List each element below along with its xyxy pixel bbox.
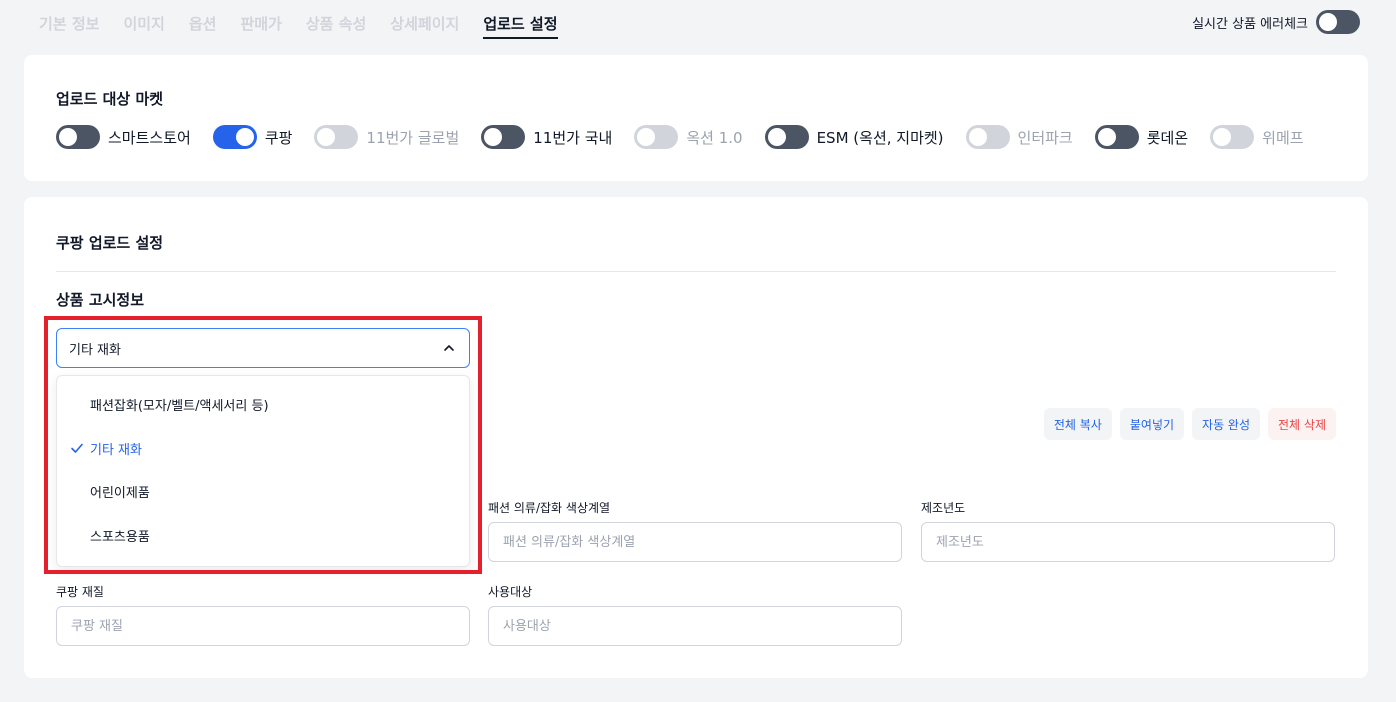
market-toggle-interpark[interactable] [965, 125, 1010, 149]
select-value: 기타 재화 [69, 342, 121, 358]
market-smartstore: 스마트스토어 [56, 125, 191, 149]
notice-category-select[interactable]: 기타 재화 [56, 328, 470, 368]
toggle-knob [1097, 128, 1116, 146]
toggle-knob [1319, 13, 1337, 31]
market-interpark: 인터파크 [965, 125, 1073, 149]
tab-bar: 기본 정보 이미지 옵션 판매가 상품 속성 상세페이지 업로드 설정 [39, 13, 582, 39]
toggle-knob [317, 128, 336, 146]
market-name: 쿠팡 [264, 128, 293, 147]
coupang-settings-card: 쿠팡 업로드 설정 상품 고시정보 기타 재화 패션잡화(모자/벨트/액세서리 … [24, 197, 1368, 678]
tab-options[interactable]: 옵션 [189, 13, 217, 39]
tab-upload-settings[interactable]: 업로드 설정 [483, 13, 558, 39]
markets-card-title: 업로드 대상 마켓 [56, 90, 164, 108]
error-check-label: 실시간 상품 에러체크 [1192, 16, 1308, 32]
settings-card-title: 쿠팡 업로드 설정 [56, 234, 164, 252]
tab-price[interactable]: 판매가 [240, 13, 281, 39]
chevron-up-icon [444, 345, 454, 351]
market-11st-global: 11번가 글로벌 [314, 125, 459, 149]
paste-button[interactable]: 붙여넣기 [1119, 408, 1185, 440]
toggle-knob [484, 128, 503, 146]
toggle-knob [1213, 128, 1232, 146]
market-list: 스마트스토어 쿠팡 11번가 글로벌 11번가 국내 옥션 1.0 ESM (옥… [56, 125, 1326, 149]
delete-all-button[interactable]: 전체 삭제 [1268, 408, 1336, 440]
toggle-knob [235, 128, 254, 146]
copy-all-button[interactable]: 전체 복사 [1043, 408, 1112, 440]
market-auction-1: 옥션 1.0 [634, 125, 743, 149]
market-lotteon: 롯데온 [1094, 125, 1189, 149]
target-field[interactable] [488, 606, 902, 646]
market-wemakeprice: 위메프 [1210, 125, 1304, 149]
dropdown-option[interactable]: 패션잡화(모자/벨트/액세서리 등) [57, 384, 469, 424]
market-11st-domestic: 11번가 국내 [481, 125, 612, 149]
dropdown-option[interactable]: 기타 재화 [57, 428, 469, 468]
tab-basic-info[interactable]: 기본 정보 [39, 13, 99, 39]
error-check-toggle[interactable] [1316, 10, 1360, 34]
toggle-knob [59, 128, 77, 146]
market-toggle-coupang[interactable] [212, 125, 257, 149]
tab-product-attributes[interactable]: 상품 속성 [306, 13, 366, 39]
market-name: 인터파크 [1017, 128, 1073, 147]
tab-detail-page[interactable]: 상세페이지 [390, 13, 459, 39]
color-field-label: 패션 의류/잡화 색상계열 [488, 501, 611, 515]
market-coupang: 쿠팡 [212, 125, 293, 149]
toggle-knob [767, 128, 786, 146]
market-name: 위메프 [1262, 128, 1304, 147]
notice-section-title: 상품 고시정보 [56, 291, 145, 309]
autocomplete-button[interactable]: 자동 완성 [1192, 408, 1261, 440]
material-field[interactable] [56, 606, 470, 646]
option-label: 어린이제품 [90, 485, 150, 501]
target-field-label: 사용대상 [488, 585, 533, 599]
option-label: 스포츠용품 [90, 529, 150, 545]
market-toggle-smartstore[interactable] [56, 125, 100, 149]
market-toggle-esm[interactable] [764, 125, 809, 149]
market-name: 11번가 글로벌 [366, 128, 460, 147]
market-toggle-11st-global[interactable] [314, 125, 359, 149]
market-name: 스마트스토어 [108, 128, 191, 147]
market-toggle-lotteon[interactable] [1094, 125, 1139, 149]
dropdown-option[interactable]: 스포츠용품 [57, 515, 469, 555]
color-field[interactable] [488, 522, 902, 562]
year-field-label: 제조년도 [921, 501, 966, 515]
markets-card: 업로드 대상 마켓 스마트스토어 쿠팡 11번가 글로벌 11번가 국내 옥션 … [24, 55, 1368, 181]
year-field[interactable] [921, 522, 1335, 562]
section-divider [56, 271, 1336, 272]
market-toggle-wemakeprice[interactable] [1210, 125, 1255, 149]
market-toggle-11st-domestic[interactable] [481, 125, 526, 149]
option-label: 기타 재화 [90, 442, 142, 458]
material-field-label: 쿠팡 재질 [56, 585, 104, 599]
top-bar: 기본 정보 이미지 옵션 판매가 상품 속성 상세페이지 업로드 설정 실시간 … [0, 0, 1396, 48]
market-esm: ESM (옥션, 지마켓) [764, 125, 944, 149]
toggle-knob [968, 128, 987, 146]
market-name: 옥션 1.0 [686, 128, 743, 147]
tab-images[interactable]: 이미지 [123, 13, 164, 39]
notice-category-dropdown: 패션잡화(모자/벨트/액세서리 등) 기타 재화 어린이제품 스포츠용품 [56, 375, 470, 567]
market-toggle-auction-1[interactable] [634, 125, 679, 149]
toggle-knob [637, 128, 656, 146]
option-label: 패션잡화(모자/벨트/액세서리 등) [90, 398, 269, 414]
market-name: 11번가 국내 [533, 128, 613, 147]
market-name: ESM (옥션, 지마켓) [816, 128, 944, 147]
error-check: 실시간 상품 에러체크 [1192, 10, 1360, 34]
check-icon [71, 443, 83, 453]
market-name: 롯데온 [1146, 128, 1189, 147]
dropdown-option[interactable]: 어린이제품 [57, 471, 469, 511]
action-button-row: 전체 복사 붙여넣기 자동 완성 전체 삭제 [1043, 408, 1336, 440]
